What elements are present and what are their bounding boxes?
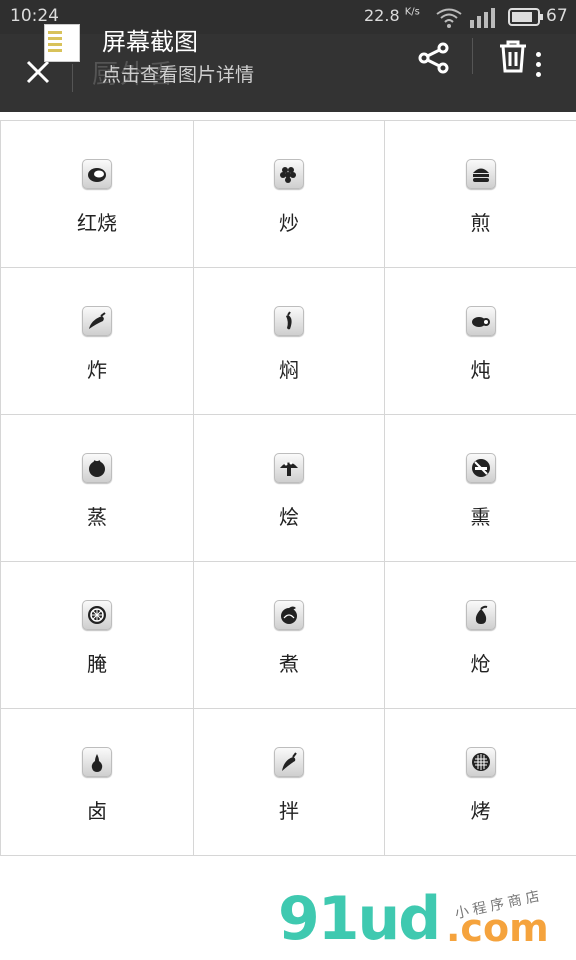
method-cell[interactable]: 红烧 (1, 121, 194, 268)
pear-whole-icon (82, 747, 112, 777)
method-label: 焖 (279, 358, 299, 382)
coconut-icon (82, 159, 112, 189)
method-cell[interactable]: 烩 (194, 415, 385, 562)
watermark-brand: 91ud (278, 884, 441, 954)
signal-icon (468, 6, 498, 32)
method-label: 卤 (87, 799, 107, 823)
watermark-logo: 91ud .com 小程序商店 (278, 884, 568, 954)
battery-level: 67 (546, 6, 568, 26)
screenshot-title[interactable]: 屏幕截图 (102, 22, 198, 57)
hot-pepper-icon (274, 747, 304, 777)
method-label: 拌 (279, 799, 299, 823)
trash-icon[interactable] (496, 38, 530, 74)
divider (472, 38, 473, 74)
method-cell[interactable]: 炸 (1, 268, 194, 415)
potato-icon (465, 306, 496, 336)
method-cell[interactable]: 腌 (1, 562, 194, 709)
divider (72, 64, 73, 92)
method-cell[interactable]: 炒 (194, 121, 385, 268)
pear-icon (465, 600, 496, 630)
status-time: 10:24 (10, 6, 59, 26)
method-label: 煎 (470, 211, 491, 235)
status-bar: 10:24 22.8 K/s 67 (0, 0, 576, 34)
method-label: 红烧 (77, 211, 117, 235)
no-smoking-icon (465, 453, 496, 483)
chili-icon (82, 306, 112, 336)
grapes-icon (274, 159, 304, 189)
method-label: 烩 (279, 505, 299, 529)
method-label: 炸 (87, 358, 107, 382)
method-cell[interactable]: 拌 (194, 709, 385, 856)
method-cell[interactable]: 炖 (385, 268, 576, 415)
battery-icon (508, 8, 544, 30)
citrus-slice-icon (82, 600, 112, 630)
method-cell[interactable]: 熏 (385, 415, 576, 562)
method-cell[interactable]: 煮 (194, 562, 385, 709)
waffle-icon (465, 747, 496, 777)
peach-icon (274, 600, 304, 630)
method-label: 烤 (470, 799, 491, 823)
tomato-icon (82, 453, 112, 483)
more-menu-icon[interactable] (530, 52, 546, 86)
method-cell[interactable]: 蒸 (1, 415, 194, 562)
method-cell[interactable]: 焖 (194, 268, 385, 415)
pepper-icon (274, 306, 304, 336)
mushroom-icon (274, 453, 304, 483)
cooking-method-grid: 红烧 炒 煎 炸 焖 炖 蒸 烩 熏 腌 煮 炝 卤 拌 烤 (0, 120, 576, 856)
method-cell[interactable]: 煎 (385, 121, 576, 268)
burger-icon (465, 159, 496, 189)
method-label: 熏 (470, 505, 491, 529)
share-icon[interactable] (416, 40, 452, 76)
screenshot-toolbar: 厨外香 屏幕截图 点击查看图片详情 (0, 24, 576, 112)
method-label: 煮 (279, 652, 299, 676)
wifi-icon (436, 8, 462, 32)
method-label: 炝 (470, 652, 491, 676)
screenshot-subtitle[interactable]: 点击查看图片详情 (102, 60, 254, 87)
method-cell[interactable]: 炝 (385, 562, 576, 709)
method-label: 炒 (279, 211, 299, 235)
method-cell[interactable]: 烤 (385, 709, 576, 856)
network-speed: 22.8 K/s (364, 6, 420, 25)
method-cell[interactable]: 卤 (1, 709, 194, 856)
method-label: 蒸 (87, 505, 107, 529)
screenshot-thumbnail[interactable] (44, 24, 80, 62)
method-label: 炖 (470, 358, 491, 382)
method-label: 腌 (87, 652, 107, 676)
